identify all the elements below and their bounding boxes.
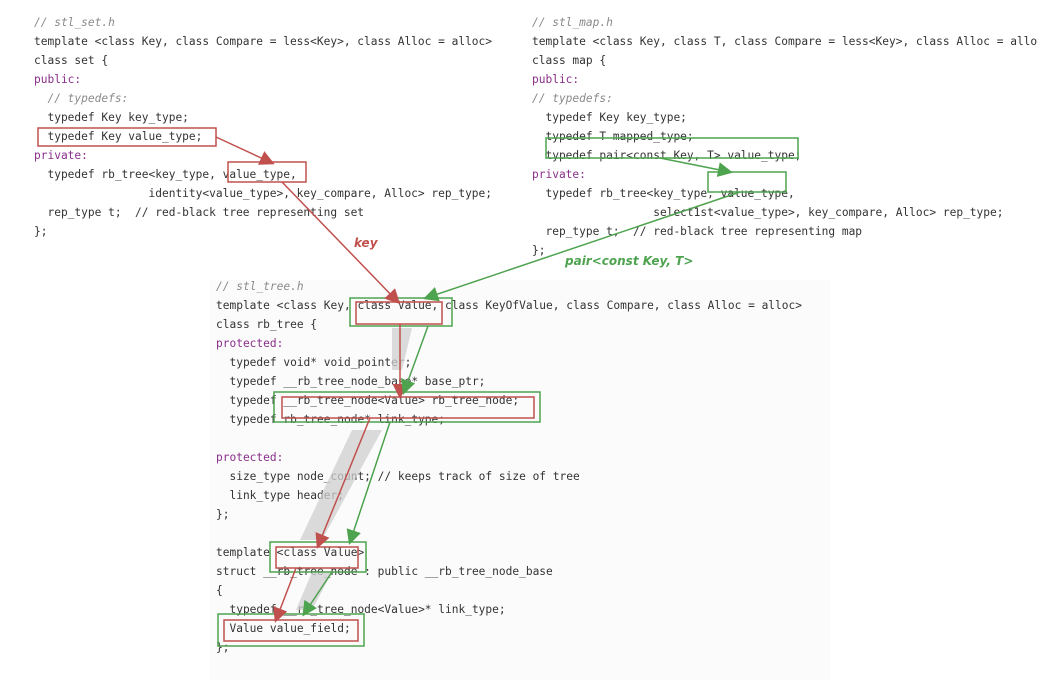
red-arrow [315,417,371,549]
highlight-set-value-type [37,127,217,147]
highlight-template-class-value-red [275,546,359,569]
highlight-tree-node-typedef-red [281,396,535,419]
green-arrow [659,157,733,178]
highlight-tree-class-value-red [355,301,443,325]
highlight-set-rbtree-value-type [227,161,307,183]
annotation-overlay [37,127,799,647]
pair-annotation-label: pair<const Key, T> [565,254,694,268]
green-arrow [423,191,741,302]
key-annotation-label: key [354,236,378,250]
red-arrow [281,181,401,305]
highlight-map-rbtree-value-type [707,171,787,193]
red-arrow [273,567,297,623]
red-arrow [215,136,275,165]
flow-band [296,572,332,610]
highlight-map-value-type [545,137,799,159]
flow-band [392,328,412,370]
highlight-value-field-red [223,619,359,642]
